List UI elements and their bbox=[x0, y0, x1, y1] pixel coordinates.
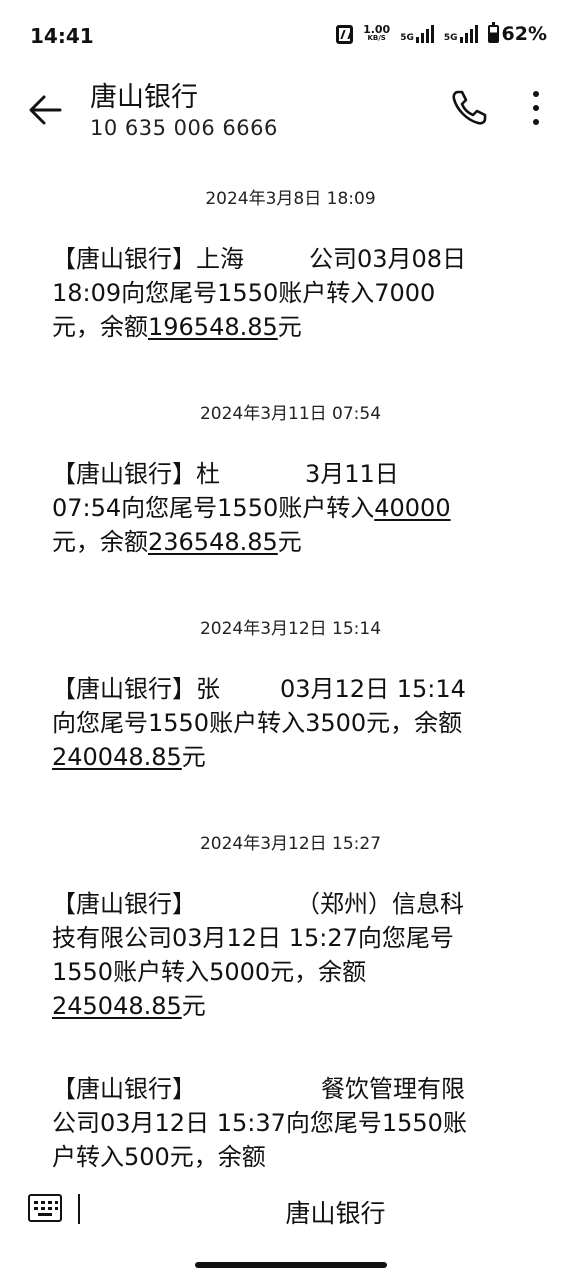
message-timestamp: 2024年3月12日 15:27 bbox=[199, 834, 382, 854]
back-arrow-icon bbox=[29, 95, 62, 125]
network-speed: 1.00 KB/S bbox=[363, 23, 391, 42]
signal-bars-icon bbox=[415, 25, 434, 43]
status-icons: 1.00 KB/S 5G 5G 62% bbox=[336, 22, 547, 45]
more-vert-icon bbox=[533, 91, 539, 125]
phone-icon bbox=[452, 90, 487, 125]
signal-2: 5G bbox=[444, 25, 478, 43]
message-bubble[interactable]: 【唐山银行】张 03月12日 15:14向您尾号1550账户转入3500元，余额2… bbox=[52, 672, 472, 774]
nfc-icon bbox=[336, 24, 354, 44]
message-timestamp: 2024年3月11日 07:54 bbox=[199, 404, 382, 424]
message-timestamp: 2024年3月12日 15:14 bbox=[199, 619, 382, 639]
conversation-header: 唐山银行 10 635 006 6666 bbox=[0, 70, 581, 160]
battery-icon bbox=[487, 22, 499, 43]
battery-level: 62% bbox=[501, 23, 547, 45]
message-thread[interactable]: 2024年3月8日 18:09 【唐山银行】上海 公司03月08日 18:09向您… bbox=[0, 170, 581, 1170]
status-bar: 14:41 1.00 KB/S 5G 5G 62% bbox=[0, 0, 581, 70]
status-time: 14:41 bbox=[30, 24, 94, 48]
home-indicator[interactable] bbox=[195, 1262, 387, 1268]
battery-indicator: 62% bbox=[487, 22, 547, 45]
contact-name: 唐山银行 bbox=[90, 82, 198, 113]
message-bubble[interactable]: 【唐山银行】杜 3月11日 07:54向您尾号1550账户转入40000元，余额2… bbox=[52, 457, 472, 559]
balance-link[interactable]: 196548.85 bbox=[148, 313, 278, 341]
amount-link[interactable]: 40000 bbox=[374, 494, 450, 522]
call-button[interactable] bbox=[447, 86, 491, 130]
balance-link[interactable]: 240048.85 bbox=[52, 743, 182, 771]
message-timestamp: 2024年3月8日 18:09 bbox=[205, 189, 376, 209]
compose-bar: 唐山银行 bbox=[0, 1180, 581, 1242]
message-bubble[interactable]: 【唐山银行】 （郑州）信息科技有限公司03月12日 15:27向您尾号1550账户… bbox=[52, 887, 472, 1023]
signal-bars-icon bbox=[459, 25, 478, 43]
signal-1: 5G bbox=[400, 25, 434, 43]
back-button[interactable] bbox=[24, 88, 68, 132]
more-options-button[interactable] bbox=[520, 86, 552, 130]
balance-link[interactable]: 236548.85 bbox=[148, 528, 278, 556]
balance-link[interactable]: 245048.85 bbox=[52, 992, 182, 1020]
message-bubble[interactable]: 【唐山银行】 餐饮管理有限公司03月12日 15:37向您尾号1550账户转入50… bbox=[52, 1072, 472, 1170]
compose-input[interactable]: 唐山银行 bbox=[0, 1194, 581, 1230]
contact-number: 10 635 006 6666 bbox=[90, 116, 278, 140]
message-bubble[interactable]: 【唐山银行】上海 公司03月08日 18:09向您尾号1550账户转入7000元，… bbox=[52, 242, 472, 344]
